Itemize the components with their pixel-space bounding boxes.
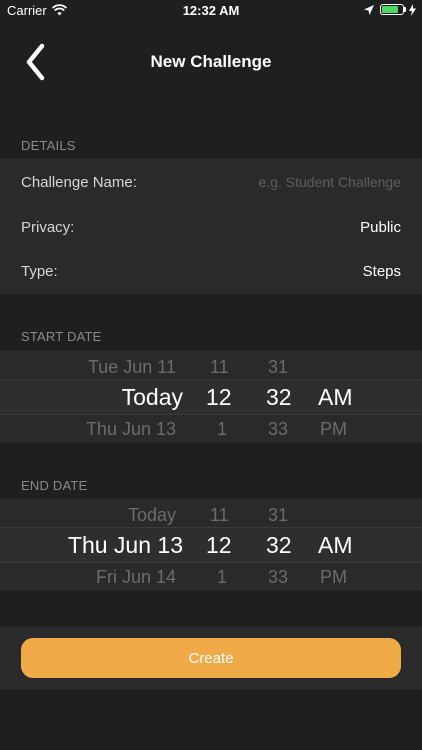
- privacy-label: Privacy:: [21, 219, 75, 236]
- end-picker-minute[interactable]: 32: [266, 532, 292, 559]
- start-picker-date[interactable]: Today: [122, 384, 183, 411]
- battery-tip: [404, 7, 406, 12]
- battery-icon: [380, 4, 404, 15]
- privacy-value: Public: [360, 219, 401, 236]
- end-picker-date[interactable]: Thu Jun 13: [68, 532, 183, 559]
- start-date-section-header: START DATE: [21, 329, 102, 344]
- type-row[interactable]: Type: Steps: [0, 249, 422, 293]
- details-group: Challenge Name: Privacy: Public Type: St…: [0, 159, 422, 294]
- type-label: Type:: [21, 263, 58, 280]
- start-picker-prev-hour: 11: [210, 357, 229, 377]
- start-picker-next-date: Thu Jun 13: [85, 419, 176, 439]
- type-value: Steps: [362, 263, 401, 280]
- location-icon: [364, 5, 374, 15]
- challenge-name-label: Challenge Name:: [21, 174, 137, 191]
- details-section-header: DETAILS: [21, 138, 76, 153]
- start-picker-next-minute: 33: [268, 419, 289, 439]
- start-picker-prev-date: Tue Jun 11: [87, 357, 176, 377]
- charging-icon: [409, 4, 416, 16]
- create-button[interactable]: Create: [21, 638, 401, 678]
- end-picker-prev-minute: 31: [268, 505, 289, 525]
- start-picker-ampm[interactable]: AM: [318, 384, 353, 411]
- navigation-bar: New Challenge: [0, 22, 422, 100]
- end-picker-prev-hour: 11: [210, 505, 229, 525]
- start-date-picker[interactable]: Tue Jun 11 11 31 Today 12 32 AM Thu Jun …: [0, 351, 422, 443]
- status-time: 12:32 AM: [182, 3, 240, 18]
- challenge-name-input[interactable]: [181, 171, 401, 193]
- start-picker-minute[interactable]: 32: [266, 384, 292, 411]
- end-picker-next-hour: 1: [217, 567, 228, 587]
- end-picker-next-date: Fri Jun 14: [95, 567, 176, 587]
- end-date-section-header: END DATE: [21, 478, 88, 493]
- end-date-picker[interactable]: Today 11 31 Thu Jun 13 12 32 AM Fri Jun …: [0, 499, 422, 591]
- start-picker-hour[interactable]: 12: [206, 384, 232, 411]
- challenge-name-row: Challenge Name:: [0, 160, 422, 204]
- end-picker-prev-date: Today: [127, 505, 176, 525]
- start-picker-next-hour: 1: [217, 419, 228, 439]
- status-bar: Carrier 12:32 AM: [0, 0, 422, 22]
- end-picker-next-minute: 33: [268, 567, 289, 587]
- privacy-row[interactable]: Privacy: Public: [0, 205, 422, 249]
- end-picker-ampm[interactable]: AM: [318, 532, 353, 559]
- battery-level: [382, 6, 398, 13]
- end-picker-next-ampm: PM: [320, 567, 347, 587]
- end-picker-hour[interactable]: 12: [206, 532, 232, 559]
- start-picker-prev-minute: 31: [268, 357, 289, 377]
- start-picker-next-ampm: PM: [320, 419, 347, 439]
- page-title: New Challenge: [150, 52, 272, 71]
